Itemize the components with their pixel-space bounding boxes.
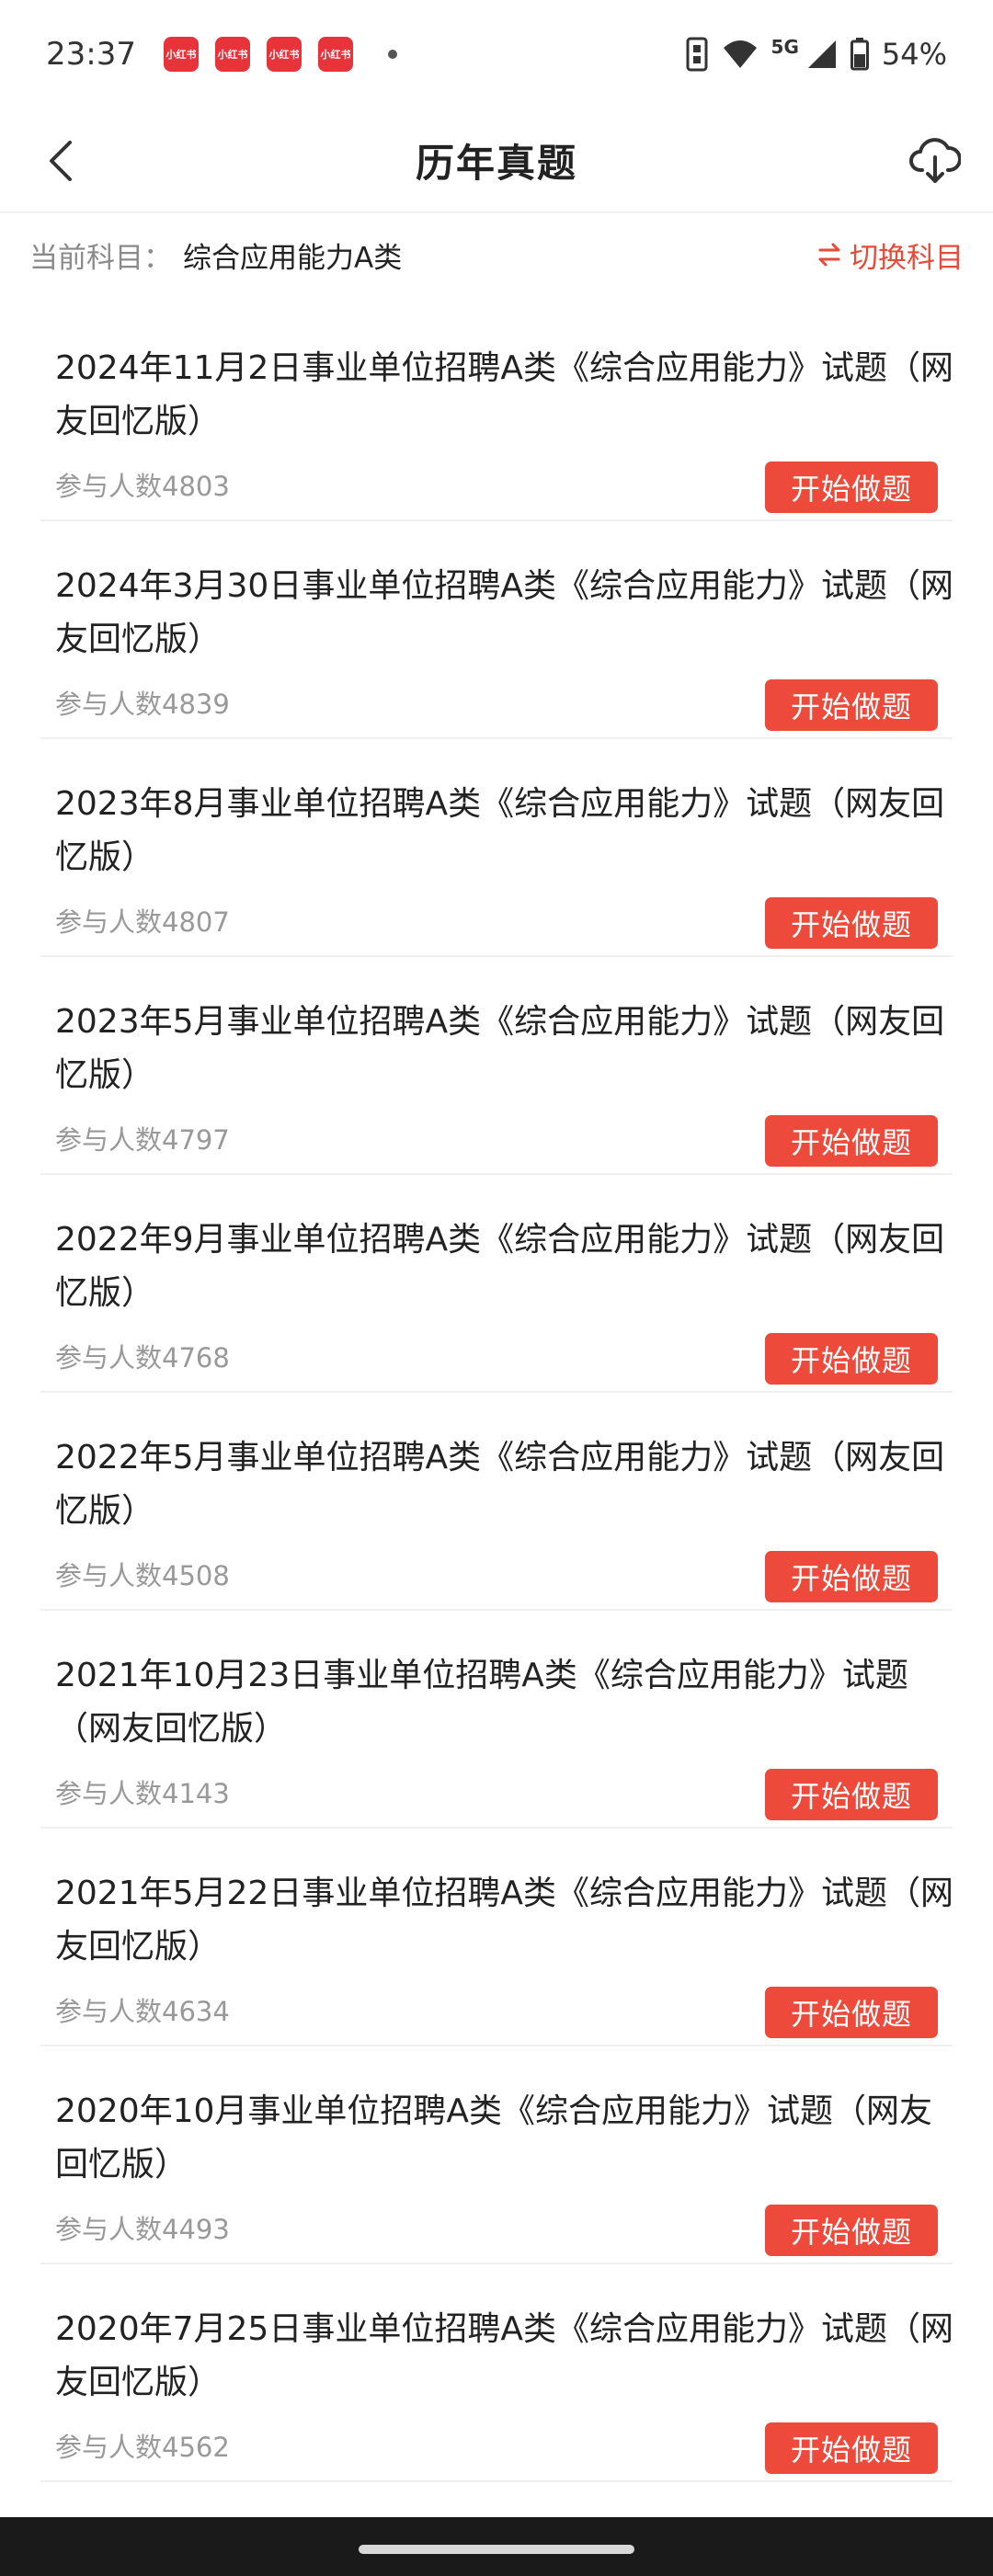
exam-title: 2022年9月事业单位招聘A类《综合应用能力》试题（网友回忆版） [55, 1221, 945, 1312]
page: 23:37 小红书 小红书 小红书 小红书 5G 54% 历年真题 当前科目： … [0, 0, 993, 2576]
exam-list-item[interactable]: 2024年11月2日事业单位招聘A类《综合应用能力》试题（网友回忆版） 参与人数… [40, 303, 953, 521]
status-bar: 23:37 小红书 小红书 小红书 小红书 5G 54% [0, 0, 993, 108]
exam-list: 2024年11月2日事业单位招聘A类《综合应用能力》试题（网友回忆版） 参与人数… [0, 303, 993, 2482]
home-gesture-handle[interactable] [359, 2545, 634, 2554]
switch-subject-label: 切换科目 [850, 241, 964, 275]
nav-bar: 历年真题 [0, 108, 993, 213]
participant-count: 参与人数4634 [55, 1996, 230, 2027]
exam-title: 2022年5月事业单位招聘A类《综合应用能力》试题（网友回忆版） [55, 1439, 945, 1530]
participant-count: 参与人数4797 [55, 1124, 230, 1156]
status-time: 23:37 [46, 36, 136, 73]
exam-title: 2021年5月22日事业单位招聘A类《综合应用能力》试题（网友回忆版） [55, 1875, 953, 1966]
xiaohongshu-notification-icon: 小红书 [317, 37, 353, 72]
exam-list-item[interactable]: 2020年7月25日事业单位招聘A类《综合应用能力》试题（网友回忆版） 参与人数… [40, 2264, 953, 2482]
xiaohongshu-notification-icon: 小红书 [266, 37, 302, 72]
participant-count: 参与人数4768 [55, 1342, 230, 1373]
battery-icon [850, 38, 869, 71]
start-exam-button[interactable]: 开始做题 [765, 2205, 938, 2256]
exam-title: 2024年11月2日事业单位招聘A类《综合应用能力》试题（网友回忆版） [55, 349, 953, 440]
exam-list-item[interactable]: 2020年10月事业单位招聘A类《综合应用能力》试题（网友回忆版） 参与人数44… [40, 2046, 953, 2264]
wifi-icon [722, 39, 759, 70]
current-subject-label: 当前科目： [29, 241, 172, 275]
current-subject-row: 当前科目： 综合应用能力A类 切换科目 [0, 215, 993, 294]
swap-arrows-icon [818, 243, 840, 267]
exam-list-item[interactable]: 2023年8月事业单位招聘A类《综合应用能力》试题（网友回忆版） 参与人数480… [40, 739, 953, 957]
xiaohongshu-notification-icon: 小红书 [214, 37, 250, 72]
exam-list-item[interactable]: 2022年9月事业单位招聘A类《综合应用能力》试题（网友回忆版） 参与人数476… [40, 1175, 953, 1393]
exam-title: 2023年8月事业单位招聘A类《综合应用能力》试题（网友回忆版） [55, 785, 945, 876]
exam-title: 2020年7月25日事业单位招聘A类《综合应用能力》试题（网友回忆版） [55, 2310, 953, 2401]
gesture-navigation-area [0, 2517, 993, 2576]
start-exam-button[interactable]: 开始做题 [765, 1551, 938, 1602]
chevron-left-icon [50, 141, 72, 181]
download-button[interactable] [903, 129, 967, 193]
vibrate-icon [685, 36, 709, 73]
start-exam-button[interactable]: 开始做题 [765, 1333, 938, 1385]
start-exam-button[interactable]: 开始做题 [765, 1115, 938, 1167]
back-button[interactable] [35, 136, 85, 186]
participant-count: 参与人数4562 [55, 2432, 230, 2463]
participant-count: 参与人数4839 [55, 689, 230, 720]
participant-count: 参与人数4493 [55, 2214, 230, 2245]
xiaohongshu-notification-icon: 小红书 [163, 37, 199, 72]
start-exam-button[interactable]: 开始做题 [765, 1987, 938, 2038]
exam-title: 2024年3月30日事业单位招聘A类《综合应用能力》试题（网友回忆版） [55, 567, 953, 658]
start-exam-button[interactable]: 开始做题 [765, 2422, 938, 2474]
current-subject-value: 综合应用能力A类 [183, 241, 403, 275]
participant-count: 参与人数4143 [55, 1778, 230, 1809]
more-notifications-dot-icon [387, 50, 397, 59]
participant-count: 参与人数4508 [55, 1560, 230, 1591]
exam-title: 2023年5月事业单位招聘A类《综合应用能力》试题（网友回忆版） [55, 1003, 945, 1094]
page-title: 历年真题 [415, 140, 577, 186]
signal-icon [806, 39, 838, 70]
battery-percentage: 54% [881, 37, 947, 72]
participant-count: 参与人数4803 [55, 471, 230, 502]
exam-title: 2021年10月23日事业单位招聘A类《综合应用能力》试题（网友回忆版） [55, 1657, 908, 1748]
network-type-label: 5G [770, 36, 799, 58]
exam-list-item[interactable]: 2021年10月23日事业单位招聘A类《综合应用能力》试题（网友回忆版） 参与人… [40, 1611, 953, 1829]
exam-list-item[interactable]: 2024年3月30日事业单位招聘A类《综合应用能力》试题（网友回忆版） 参与人数… [40, 521, 953, 739]
switch-subject-button[interactable]: 切换科目 [816, 234, 964, 276]
start-exam-button[interactable]: 开始做题 [765, 1769, 938, 1820]
cloud-download-icon [909, 138, 961, 183]
status-indicators: 5G 54% [685, 36, 947, 73]
exam-list-item[interactable]: 2022年5月事业单位招聘A类《综合应用能力》试题（网友回忆版） 参与人数450… [40, 1393, 953, 1611]
exam-title: 2020年10月事业单位招聘A类《综合应用能力》试题（网友回忆版） [55, 2092, 933, 2183]
start-exam-button[interactable]: 开始做题 [765, 679, 938, 731]
participant-count: 参与人数4807 [55, 906, 230, 938]
start-exam-button[interactable]: 开始做题 [765, 897, 938, 949]
exam-list-item[interactable]: 2021年5月22日事业单位招聘A类《综合应用能力》试题（网友回忆版） 参与人数… [40, 1829, 953, 2046]
start-exam-button[interactable]: 开始做题 [765, 462, 938, 513]
exam-list-item[interactable]: 2023年5月事业单位招聘A类《综合应用能力》试题（网友回忆版） 参与人数479… [40, 957, 953, 1175]
